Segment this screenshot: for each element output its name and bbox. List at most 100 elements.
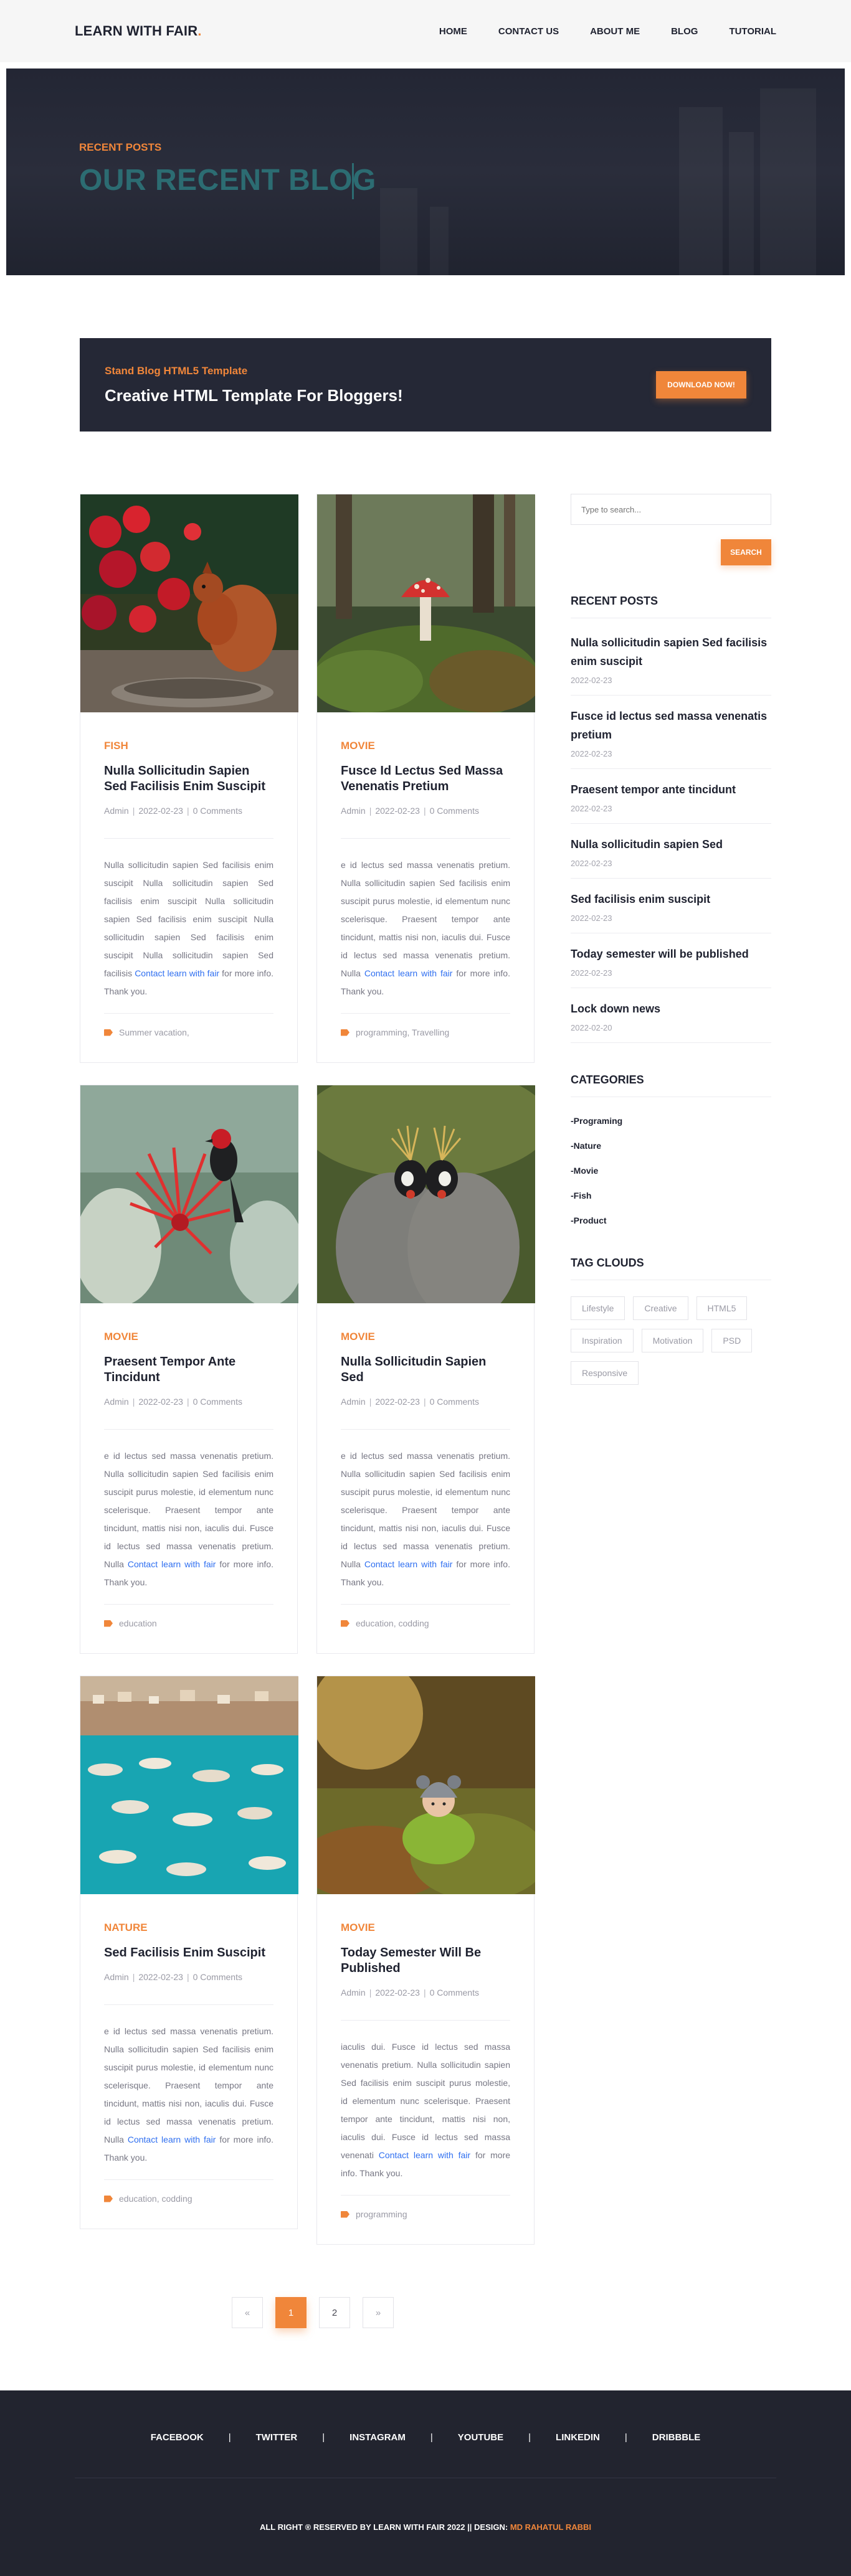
contact-link[interactable]: Contact learn with fair	[364, 1559, 453, 1569]
tag-chip[interactable]: Inspiration	[571, 1329, 634, 1352]
contact-link[interactable]: Contact learn with fair	[128, 1559, 216, 1569]
contact-link[interactable]: Contact learn with fair	[128, 2135, 216, 2144]
post-date[interactable]: 2022-02-23	[375, 1988, 420, 1998]
post-image[interactable]	[80, 1676, 298, 1894]
sidebar-search-input[interactable]	[571, 494, 771, 525]
post-category[interactable]: MOVIE	[341, 1331, 510, 1343]
post-comments[interactable]: 0 Comments	[193, 806, 242, 816]
post-date[interactable]: 2022-02-23	[375, 1397, 420, 1407]
tag-chip[interactable]: Creative	[633, 1296, 688, 1320]
tag-chip[interactable]: HTML5	[696, 1296, 748, 1320]
post-title[interactable]: Nulla Sollicitudin Sapien Sed Facilisis …	[104, 763, 273, 795]
hero-skyline-building	[729, 132, 754, 275]
footer-link-instagram[interactable]: INSTAGRAM	[349, 2432, 406, 2443]
post-tags-text[interactable]: programming	[356, 2209, 407, 2219]
post-excerpt: e id lectus sed massa venenatis pretium.…	[104, 1430, 273, 1605]
post-author[interactable]: Admin	[341, 806, 366, 816]
post-tags-text[interactable]: education, codding	[119, 2194, 193, 2204]
pagination-next[interactable]: »	[363, 2297, 394, 2328]
recent-post-title[interactable]: Praesent tempor ante tincidunt	[571, 780, 771, 799]
post-title[interactable]: Nulla Sollicitudin Sapien Sed	[341, 1354, 510, 1385]
post-author[interactable]: Admin	[104, 806, 129, 816]
post-title[interactable]: Today Semester Will Be Published	[341, 1945, 510, 1976]
post-author[interactable]: Admin	[104, 1397, 129, 1407]
nav-contact-us[interactable]: CONTACT US	[498, 26, 559, 37]
post-tags-text[interactable]: education	[119, 1618, 157, 1628]
post-tags-text[interactable]: Summer vacation,	[119, 1027, 189, 1037]
recent-post-title[interactable]: Nulla sollicitudin sapien Sed facilisis …	[571, 633, 771, 671]
category-link[interactable]: -Product	[571, 1208, 771, 1233]
recent-post-item: Praesent tempor ante tincidunt 2022-02-2…	[571, 769, 771, 824]
pagination-page[interactable]: 2	[319, 2297, 350, 2328]
post-author[interactable]: Admin	[104, 1972, 129, 1982]
hero-kicker: RECENT POSTS	[79, 141, 162, 153]
post-category[interactable]: MOVIE	[104, 1331, 273, 1343]
category-link[interactable]: -Programing	[571, 1108, 771, 1133]
post-image[interactable]	[80, 494, 298, 712]
recent-post-title[interactable]: Sed facilisis enim suscipit	[571, 890, 771, 908]
post-image[interactable]	[317, 494, 535, 712]
category-link[interactable]: -Fish	[571, 1183, 771, 1208]
recent-post-title[interactable]: Nulla sollicitudin sapien Sed	[571, 835, 771, 854]
post-date[interactable]: 2022-02-23	[375, 806, 420, 816]
nav-about-me[interactable]: ABOUT ME	[590, 26, 640, 37]
post-tags-text[interactable]: programming, Travelling	[356, 1027, 449, 1037]
recent-post-date: 2022-02-23	[571, 913, 612, 923]
post-tags: education, codding	[104, 2180, 273, 2229]
tag-chip[interactable]: Responsive	[571, 1361, 639, 1385]
contact-link[interactable]: Contact learn with fair	[135, 968, 219, 978]
sidebar-search-button[interactable]: SEARCH	[721, 539, 771, 565]
post-date[interactable]: 2022-02-23	[138, 1972, 183, 1982]
post-comments[interactable]: 0 Comments	[430, 1988, 479, 1998]
post-category[interactable]: FISH	[104, 740, 273, 752]
post-category[interactable]: NATURE	[104, 1922, 273, 1934]
contact-link[interactable]: Contact learn with fair	[379, 2150, 470, 2160]
category-link[interactable]: -Movie	[571, 1158, 771, 1183]
post-image[interactable]	[317, 1676, 535, 1894]
download-now-button[interactable]: DOWNLOAD NOW!	[656, 371, 746, 399]
pagination-prev[interactable]: «	[232, 2297, 263, 2328]
post-comments[interactable]: 0 Comments	[430, 806, 479, 816]
post-image[interactable]	[317, 1085, 535, 1303]
footer-link-linkedin[interactable]: LINKEDIN	[556, 2432, 600, 2443]
tag-chip[interactable]: Lifestyle	[571, 1296, 625, 1320]
category-link[interactable]: -Nature	[571, 1133, 771, 1158]
post-excerpt-text: e id lectus sed massa venenatis pretium.…	[341, 860, 510, 978]
post-tags-text[interactable]: education, codding	[356, 1618, 429, 1628]
nav-tutorial[interactable]: TUTORIAL	[729, 26, 776, 37]
pagination-page[interactable]: 1	[275, 2297, 307, 2328]
harbor-boats-image	[80, 1676, 298, 1894]
footer-link-twitter[interactable]: TWITTER	[256, 2432, 298, 2443]
designer-credit[interactable]: MD RAHATUL RABBI	[510, 2522, 591, 2532]
footer-link-dribbble[interactable]: DRIBBBLE	[652, 2432, 701, 2443]
hero-text-cursor	[352, 163, 354, 199]
post-title[interactable]: Sed Facilisis Enim Suscipit	[104, 1945, 273, 1961]
post-title[interactable]: Praesent Tempor Ante Tincidunt	[104, 1354, 273, 1385]
post-title[interactable]: Fusce Id Lectus Sed Massa Venenatis Pret…	[341, 763, 510, 795]
post-author[interactable]: Admin	[341, 1397, 366, 1407]
footer-link-facebook[interactable]: FACEBOOK	[151, 2432, 204, 2443]
nav-home[interactable]: HOME	[439, 26, 467, 37]
post-comments[interactable]: 0 Comments	[193, 1397, 242, 1407]
tag-chip[interactable]: Motivation	[641, 1329, 704, 1352]
recent-post-title[interactable]: Lock down news	[571, 999, 771, 1018]
hero-skyline-building	[679, 107, 723, 275]
footer-link-youtube[interactable]: YOUTUBE	[458, 2432, 503, 2443]
post-date[interactable]: 2022-02-23	[138, 1397, 183, 1407]
post-comments[interactable]: 0 Comments	[193, 1972, 242, 1982]
post-category[interactable]: MOVIE	[341, 740, 510, 752]
recent-post-title[interactable]: Today semester will be published	[571, 945, 771, 963]
recent-post-date: 2022-02-23	[571, 804, 612, 813]
footer-separator: |	[322, 2432, 325, 2443]
contact-link[interactable]: Contact learn with fair	[364, 968, 453, 978]
post-excerpt-text: e id lectus sed massa venenatis pretium.…	[341, 1451, 510, 1569]
recent-post-title[interactable]: Fusce id lectus sed massa venenatis pret…	[571, 707, 771, 744]
post-date[interactable]: 2022-02-23	[138, 806, 183, 816]
post-comments[interactable]: 0 Comments	[430, 1397, 479, 1407]
tag-chip[interactable]: PSD	[711, 1329, 753, 1352]
nav-blog[interactable]: BLOG	[671, 26, 698, 37]
post-author[interactable]: Admin	[341, 1988, 366, 1998]
site-logo[interactable]: LEARN WITH FAIR.	[75, 23, 202, 39]
post-category[interactable]: MOVIE	[341, 1922, 510, 1934]
post-image[interactable]	[80, 1085, 298, 1303]
